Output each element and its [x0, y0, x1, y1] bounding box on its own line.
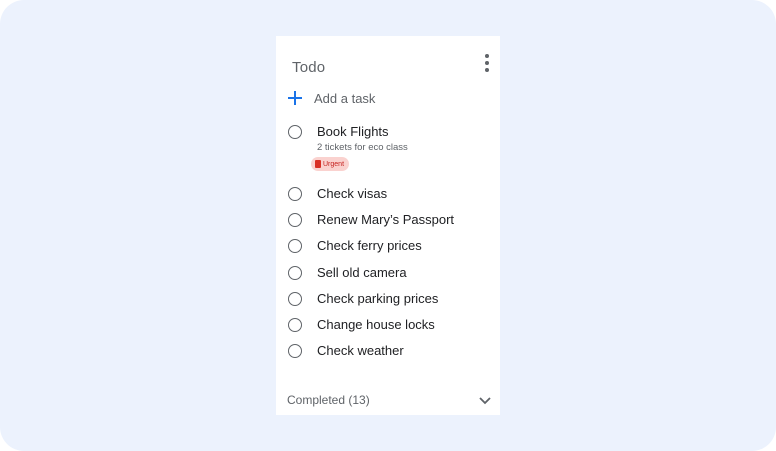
add-task-label: Add a task	[314, 91, 376, 106]
task-item[interactable]: Check parking prices	[286, 290, 490, 312]
task-item[interactable]: Renew Mary’s Passport	[286, 211, 490, 233]
completed-label: Completed (13)	[287, 393, 370, 407]
task-item[interactable]: Check ferry prices	[286, 237, 490, 259]
task-checkbox[interactable]	[288, 213, 302, 227]
task-title: Sell old camera	[317, 265, 407, 280]
task-checkbox[interactable]	[288, 187, 302, 201]
more-menu-button[interactable]	[479, 53, 495, 73]
task-title: Check weather	[317, 343, 404, 358]
task-item[interactable]: Book Flights 2 tickets for eco class Urg…	[286, 123, 490, 173]
task-title: Check parking prices	[317, 291, 439, 306]
task-note: 2 tickets for eco class	[317, 142, 408, 153]
list-title: Todo	[292, 59, 326, 76]
completed-section-toggle[interactable]: Completed (13)	[287, 392, 497, 412]
add-task-button[interactable]: Add a task	[286, 88, 486, 110]
task-checkbox[interactable]	[288, 266, 302, 280]
task-checkbox[interactable]	[288, 239, 302, 253]
task-title: Book Flights	[317, 124, 389, 139]
task-item[interactable]: Sell old camera	[286, 264, 490, 286]
task-checkbox[interactable]	[288, 318, 302, 332]
task-checkbox[interactable]	[288, 292, 302, 306]
more-vert-icon-dot	[485, 61, 489, 65]
more-vert-icon	[485, 54, 489, 58]
task-item[interactable]: Change house locks	[286, 316, 490, 338]
more-vert-icon-dot	[485, 68, 489, 72]
tasks-panel: Todo Add a task Book Flights 2 tickets f…	[276, 36, 500, 415]
task-title: Renew Mary’s Passport	[317, 212, 455, 227]
task-checkbox[interactable]	[288, 125, 302, 139]
task-title: Change house locks	[317, 317, 435, 332]
tag-icon	[315, 160, 321, 168]
badge-label: Urgent	[323, 160, 345, 168]
task-checkbox[interactable]	[288, 344, 302, 358]
task-title: Check ferry prices	[317, 238, 422, 253]
task-item[interactable]: Check visas	[286, 185, 490, 207]
urgent-badge[interactable]: Urgent	[311, 157, 350, 171]
task-item[interactable]: Check weather	[286, 342, 490, 364]
chevron-down-icon	[479, 397, 491, 405]
task-title: Check visas	[317, 186, 388, 201]
plus-icon	[288, 91, 302, 105]
